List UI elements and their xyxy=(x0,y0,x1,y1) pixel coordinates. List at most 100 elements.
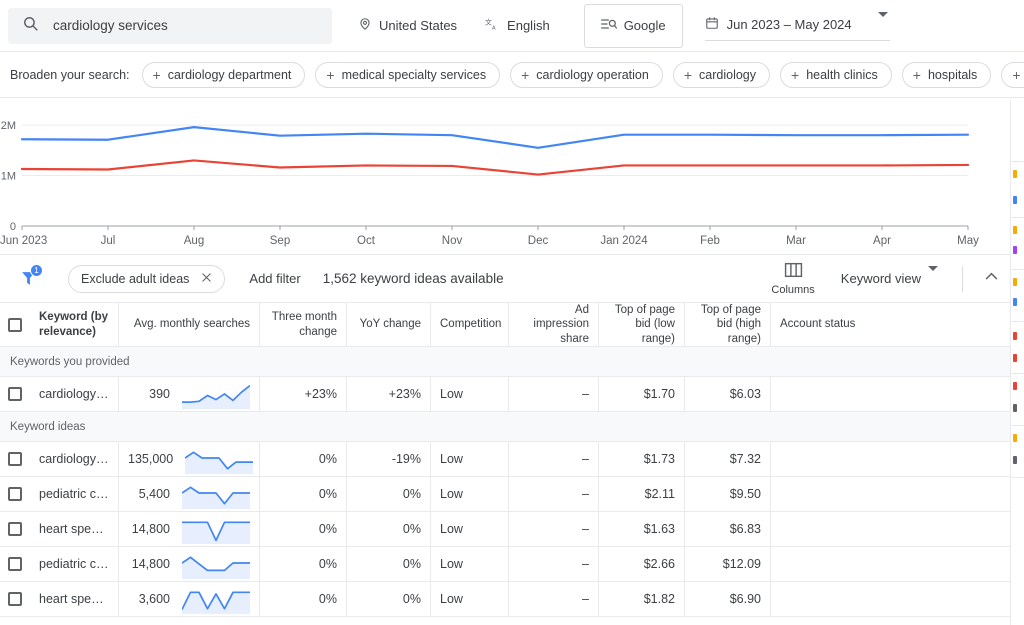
side-panel-marker-icon xyxy=(1013,246,1017,254)
table-row[interactable]: heart specialist3,6000%0%Low–$1.82$6.90 xyxy=(0,582,1024,617)
cell-bid-high: $12.09 xyxy=(685,547,771,581)
row-checkbox[interactable] xyxy=(0,547,30,581)
side-panel-marker-icon xyxy=(1013,196,1017,204)
cell-bid-low: $2.66 xyxy=(599,547,685,581)
plus-icon: + xyxy=(152,66,161,83)
table-row[interactable]: cardiology nea… 135,000 0%-19%Low–$1.73$7.… xyxy=(0,442,1024,477)
side-panel-marker-icon xyxy=(1013,382,1017,390)
column-header-yoy[interactable]: YoY change xyxy=(347,303,431,346)
column-header-competition[interactable]: Competition xyxy=(431,303,509,346)
broaden-chip[interactable]: + cardiology operation xyxy=(510,61,663,88)
keyword-text: cardiology nea… xyxy=(39,452,109,466)
side-panel-marker-icon xyxy=(1013,456,1017,464)
cell-three-month-change: 0% xyxy=(260,442,347,476)
broaden-chip-label: health clinics xyxy=(806,67,878,82)
svg-text:Jul: Jul xyxy=(101,235,116,247)
cell-impression-share: – xyxy=(509,547,599,581)
cell-impression-share: – xyxy=(509,512,599,546)
date-range-selector[interactable]: Jun 2023 – May 2024 xyxy=(704,11,890,41)
select-all-checkbox[interactable] xyxy=(0,303,30,346)
cell-yoy-change: 0% xyxy=(347,512,431,546)
table-row[interactable]: heart specialis…14,8000%0%Low–$1.63$6.83 xyxy=(0,512,1024,547)
side-panel-row-edge xyxy=(1011,478,1024,625)
broaden-chip[interactable]: + health clinics xyxy=(780,61,892,88)
cell-keyword[interactable]: pediatric cardi… xyxy=(30,547,119,581)
cell-yoy-change: +23% xyxy=(347,377,431,411)
row-checkbox[interactable] xyxy=(0,582,30,616)
table-row[interactable]: pediatric cardi…5,4000%0%Low–$2.11$9.50 xyxy=(0,477,1024,512)
location-selector[interactable]: United States xyxy=(346,6,469,46)
plus-icon: + xyxy=(326,66,335,83)
cell-bid-high: $6.90 xyxy=(685,582,771,616)
chevron-up-icon xyxy=(983,272,1000,289)
toolbar-divider xyxy=(962,265,963,292)
location-label: United States xyxy=(379,18,458,33)
keyword-ideas-count: 1,562 keyword ideas available xyxy=(322,271,504,286)
collapse-chart-button[interactable] xyxy=(973,268,1014,290)
columns-button[interactable]: Columns xyxy=(759,262,826,296)
cell-three-month-change: 0% xyxy=(260,477,347,511)
sparkline xyxy=(182,590,250,614)
close-icon[interactable] xyxy=(201,272,212,286)
cell-impression-share: – xyxy=(509,477,599,511)
row-checkbox[interactable] xyxy=(0,442,30,476)
cell-bid-high: $9.50 xyxy=(685,477,771,511)
cell-keyword[interactable]: heart specialist xyxy=(30,582,119,616)
keyword-text: heart specialis… xyxy=(39,522,109,536)
cell-account-status xyxy=(771,582,916,616)
plus-icon: + xyxy=(912,66,921,83)
broaden-chip[interactable]: + hospitals xyxy=(901,61,992,88)
add-filter-button[interactable]: Add filter xyxy=(249,271,300,286)
search-input-value: cardiology services xyxy=(53,18,168,33)
view-selector[interactable]: Keyword view xyxy=(827,266,952,286)
broaden-chip[interactable]: + cardiology department xyxy=(141,61,306,88)
column-header-avg-searches[interactable]: Avg. monthly searches xyxy=(119,303,260,346)
column-header-bid-low[interactable]: Top of page bid (low range) xyxy=(599,303,685,346)
column-header-three-month[interactable]: Three month change xyxy=(260,303,347,346)
broaden-chip-label: cardiology xyxy=(699,67,757,82)
filter-toolbar: 1 Exclude adult ideas Add filter 1,562 k… xyxy=(0,255,1024,303)
filter-funnel-icon[interactable]: 1 xyxy=(10,263,46,294)
side-panel-row-edge xyxy=(1011,270,1024,322)
side-panel-marker-icon xyxy=(1013,278,1017,286)
cell-bid-high: $6.03 xyxy=(685,377,771,411)
svg-text:2M: 2M xyxy=(1,120,16,132)
column-header-account-status[interactable]: Account status xyxy=(771,303,916,346)
broaden-label: Broaden your search: xyxy=(10,67,130,82)
cell-bid-low: $1.73 xyxy=(599,442,685,476)
broaden-chip[interactable]: + medical specialty services xyxy=(315,61,501,88)
sparkline xyxy=(182,555,250,579)
avg-monthly-value: 3,600 xyxy=(138,592,170,606)
broaden-chip[interactable]: + health care xyxy=(1001,61,1024,88)
table-row[interactable]: pediatric cardi…14,8000%0%Low–$2.66$12.0… xyxy=(0,547,1024,582)
avg-monthly-value: 135,000 xyxy=(128,452,174,466)
row-checkbox[interactable] xyxy=(0,512,30,546)
cell-bid-low: $2.11 xyxy=(599,477,685,511)
svg-text:Jan 2024: Jan 2024 xyxy=(600,235,648,247)
table-row[interactable]: cardiology ser…390+23%+23%Low–$1.70$6.03 xyxy=(0,377,1024,412)
row-checkbox[interactable] xyxy=(0,477,30,511)
view-label: Keyword view xyxy=(840,271,921,286)
column-header-bid-high[interactable]: Top of page bid (high range) xyxy=(685,303,771,346)
network-selector[interactable]: Google xyxy=(583,3,683,48)
top-search-bar: cardiology services United States 文 A En… xyxy=(0,0,1024,52)
cell-keyword[interactable]: heart specialis… xyxy=(30,512,119,546)
svg-text:Aug: Aug xyxy=(184,235,204,247)
svg-text:Sep: Sep xyxy=(270,235,290,247)
avg-monthly-value: 14,800 xyxy=(131,522,170,536)
row-checkbox[interactable] xyxy=(0,377,30,411)
cell-keyword[interactable]: cardiology nea… xyxy=(30,442,119,476)
active-filter-chip[interactable]: Exclude adult ideas xyxy=(68,264,226,293)
cell-avg-monthly-searches: 135,000 xyxy=(119,442,260,476)
language-selector[interactable]: 文 A English xyxy=(473,6,562,46)
sparkline xyxy=(185,450,254,474)
cell-keyword[interactable]: cardiology ser… xyxy=(30,377,119,411)
cell-keyword[interactable]: pediatric cardi… xyxy=(30,477,119,511)
column-header-keyword[interactable]: Keyword (by relevance) xyxy=(30,303,119,346)
search-input[interactable]: cardiology services xyxy=(8,7,332,44)
broaden-chip[interactable]: + cardiology xyxy=(672,61,771,88)
column-header-impression-share[interactable]: Ad impression share xyxy=(509,303,599,346)
svg-text:A: A xyxy=(492,25,496,31)
side-panel-row-edge xyxy=(1011,426,1024,478)
svg-text:0: 0 xyxy=(10,221,16,233)
